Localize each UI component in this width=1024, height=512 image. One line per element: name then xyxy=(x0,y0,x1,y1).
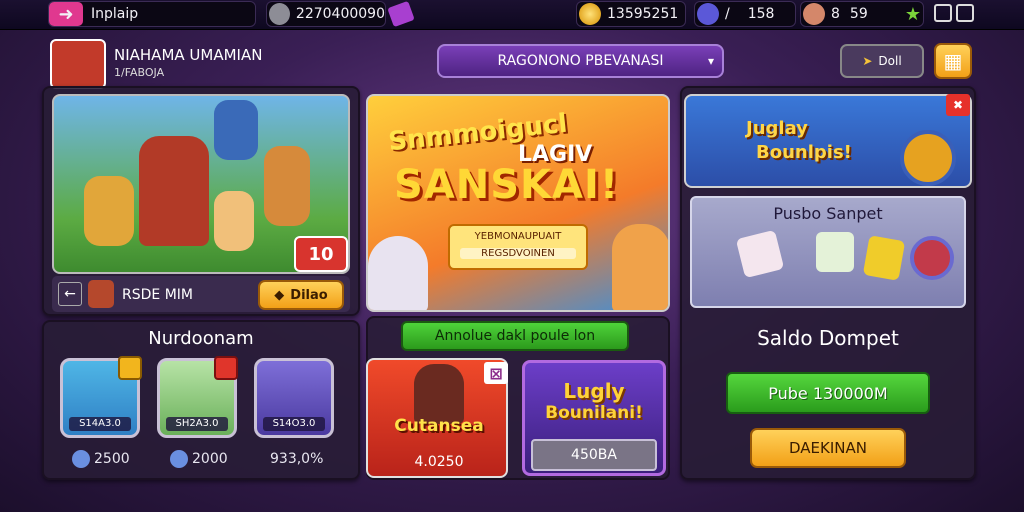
hero-action-label: Dilao xyxy=(290,287,328,303)
offers-label[interactable]: Annolue dakl poule lon xyxy=(401,321,629,351)
item-value-2: 2000 xyxy=(192,451,228,467)
pirate-icon xyxy=(414,364,464,424)
promo-tag-line2: REGSDVOINEN xyxy=(460,248,576,259)
promo-title-2: SANSKAI! xyxy=(394,162,620,208)
gem-counter[interactable]: / 158 xyxy=(694,1,796,27)
menu-icon[interactable] xyxy=(956,4,974,22)
promo-tag: YEBMONAUPUAIT REGSDVOINEN xyxy=(448,224,588,270)
hero-badge-value: 10 xyxy=(308,243,334,265)
close-banner-icon[interactable]: ✖ xyxy=(946,94,970,116)
hero-character xyxy=(139,136,209,246)
hero-character-2 xyxy=(84,176,134,246)
star-icon: ★ xyxy=(904,3,921,25)
promo-banner[interactable]: Snmmoigucl LAGIV SANSKAI! YEBMONAUPUAIT … xyxy=(366,94,670,312)
gift-icon[interactable] xyxy=(387,0,415,28)
check-tile-icon xyxy=(816,232,854,272)
coin-value: 13595251 xyxy=(607,6,679,22)
hero-avatar-icon xyxy=(88,280,114,308)
items-title: Nurdoonam xyxy=(148,328,254,349)
coin-counter[interactable]: 13595251 xyxy=(576,1,686,27)
profile-name: NIAHAMA UMAMIAN xyxy=(114,46,263,64)
gem-icon xyxy=(697,3,719,25)
back-label: Inplaip xyxy=(91,6,139,22)
arrow-left-icon[interactable]: ← xyxy=(58,282,82,306)
item-value-3: 933,0% xyxy=(270,451,324,467)
offer-card-right[interactable]: Lugly Bounilani! 450BA xyxy=(522,360,666,476)
profile-level: 1/FABOJA xyxy=(114,66,165,79)
hero-badge[interactable]: 10 xyxy=(294,236,348,272)
share-label: Doll xyxy=(878,54,902,68)
item-tag-2: SH2A3.0 xyxy=(166,417,228,431)
offer-right-title-1: Lugly xyxy=(563,379,625,403)
profile-avatar[interactable] xyxy=(50,39,106,89)
settings-button[interactable]: ▦ xyxy=(934,43,972,79)
kid-mascot-icon xyxy=(612,224,668,310)
item-badge-icon-1 xyxy=(118,356,142,380)
pusbo-title: Pusbo Sanpet xyxy=(773,204,883,223)
gem-value: 158 xyxy=(747,6,775,22)
lives-counter[interactable]: 8 59 ★ xyxy=(800,1,924,27)
item-card-3[interactable]: S14O3.0 xyxy=(254,358,334,438)
player-id-value: 2270400090 xyxy=(295,6,385,22)
offer-right-value-box: 450BA xyxy=(531,439,657,471)
gem-icon-1 xyxy=(72,450,90,468)
item-tag-3: S14O3.0 xyxy=(263,417,325,431)
offer-right-title-2: Bounilani! xyxy=(545,403,643,423)
hero-character-4 xyxy=(264,146,310,226)
wheel-icon xyxy=(900,130,956,186)
saldo-title: Saldo Dompet xyxy=(757,326,899,350)
hero-character-3 xyxy=(214,191,254,251)
gem-icon-2 xyxy=(170,450,188,468)
back-tab[interactable]: ➜ Inplaip xyxy=(48,1,256,27)
topup-button[interactable]: Pube 130000M xyxy=(726,372,930,414)
player-id: 2270400090 xyxy=(266,1,386,27)
back-arrow-icon[interactable]: ➜ xyxy=(49,2,83,26)
bunny-mascot-icon xyxy=(368,236,428,310)
lives-value: 59 xyxy=(849,6,868,22)
heart-tile-icon xyxy=(735,229,785,279)
top-bar: ➜ Inplaip 2270400090 13595251 / 158 8 59… xyxy=(0,0,1024,30)
diamond-icon: ◆ xyxy=(274,287,285,303)
pusbo-card[interactable]: Pusbo Sanpet xyxy=(690,196,966,308)
share-button[interactable]: ➤ Doll xyxy=(840,44,924,78)
region-dropdown[interactable]: RAGONONO PBEVANASI ▾ xyxy=(437,44,724,78)
bonus-banner[interactable]: Juglay Bounlpis! xyxy=(684,94,972,188)
offers-label-text: Annolue dakl poule lon xyxy=(434,328,596,344)
withdraw-button[interactable]: DAEKINAN xyxy=(750,428,906,468)
share-icon: ➤ xyxy=(862,54,873,68)
grid-icon: ▦ xyxy=(943,49,963,73)
region-value: RAGONONO PBEVANASI xyxy=(497,53,664,69)
item-value-1: 2500 xyxy=(94,451,130,467)
withdraw-label: DAEKINAN xyxy=(789,439,867,457)
window-icon[interactable] xyxy=(934,4,952,22)
promo-tag-line1: YEBMONAUPUAIT xyxy=(474,231,562,242)
item-badge-icon-2 xyxy=(214,356,238,380)
hero-action-button[interactable]: ◆ Dilao xyxy=(258,280,344,310)
topup-label: Pube 130000M xyxy=(768,383,888,403)
hero-name: RSDE MIM xyxy=(122,287,193,303)
offer-right-value: 450BA xyxy=(571,447,617,463)
bonus-title-1: Juglay xyxy=(746,118,808,139)
offer-left-title: Cutansea xyxy=(394,416,484,436)
chevron-down-icon: ▾ xyxy=(707,54,714,68)
bonus-title-2: Bounlpis! xyxy=(756,142,852,163)
hero-character-5 xyxy=(214,100,258,160)
star-tile-icon xyxy=(862,235,906,281)
id-icon xyxy=(269,3,290,25)
close-icon[interactable]: ⊠ xyxy=(484,362,508,384)
coin-icon xyxy=(579,3,601,25)
offer-left-value: 4.0250 xyxy=(414,454,464,470)
item-tag-1: S14A3.0 xyxy=(69,417,131,431)
wheel-small-icon xyxy=(910,236,954,280)
avatar-icon xyxy=(803,3,825,25)
